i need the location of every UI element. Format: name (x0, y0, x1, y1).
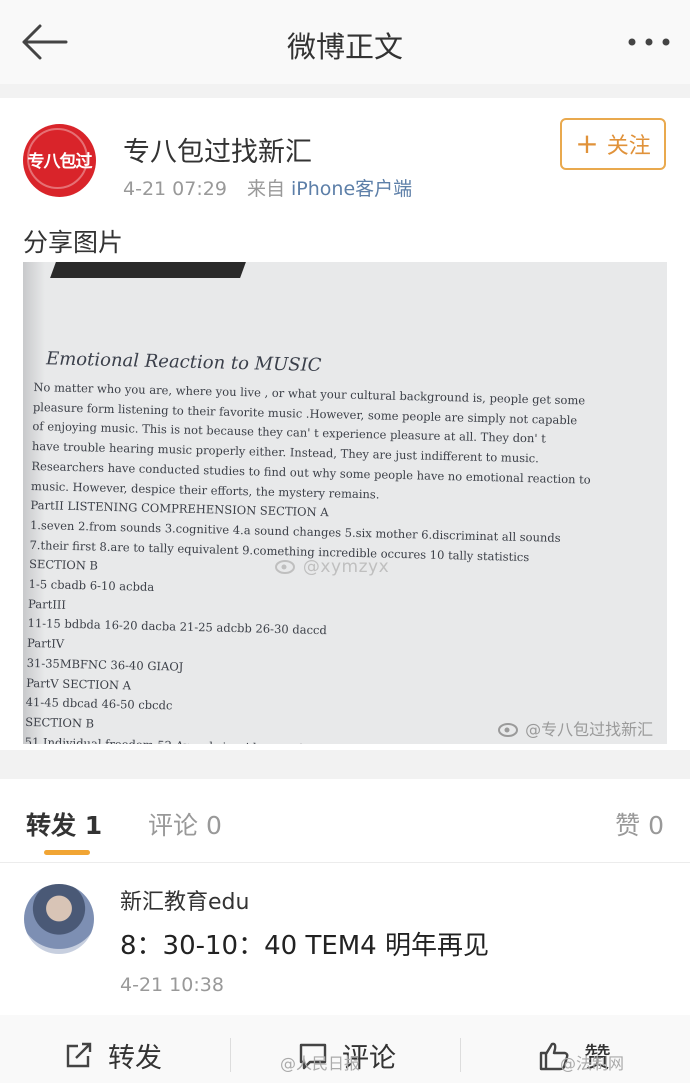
comment-time: 4-21 10:38 (120, 974, 224, 996)
bottom-divider (230, 1038, 231, 1072)
handwritten-title: Emotional Reaction to MUSIC (45, 348, 322, 377)
weibo-logo-icon (275, 560, 295, 574)
active-tab-indicator (44, 850, 90, 855)
image-watermark-center: @xymzyx (275, 557, 389, 577)
post-time: 4-21 07:29 (123, 178, 227, 200)
post-image[interactable]: Emotional Reaction to MUSIC No matter wh… (23, 262, 667, 744)
image-watermark-corner: @专八包过找新汇 (498, 716, 653, 740)
screenshot-watermark-right: @法制网 (560, 1054, 625, 1073)
post-text: 分享图片 (23, 228, 124, 257)
source-prefix: 来自 (246, 178, 285, 200)
avatar-logo-text: 专八包过 (27, 152, 93, 172)
repost-button[interactable]: 转发 (64, 1036, 162, 1075)
post-source[interactable]: iPhone客户端 (291, 178, 412, 200)
top-nav-bar: 微博正文 (0, 0, 690, 84)
image-black-tape (50, 262, 246, 278)
interaction-tabs: 转发 1 评论 0 赞 0 (0, 779, 690, 863)
tab-comment[interactable]: 评论 0 (148, 806, 222, 842)
screenshot-watermark-left: @人民日报 (280, 1054, 361, 1073)
page-title: 微博正文 (286, 30, 403, 64)
exam-paper: Emotional Reaction to MUSIC No matter wh… (24, 322, 662, 744)
author-name[interactable]: 专八包过找新汇 (123, 130, 312, 169)
tab-like[interactable]: 赞 0 (615, 806, 664, 842)
commenter-name[interactable]: 新汇教育edu (120, 884, 249, 916)
watermark-text: @专八包过找新汇 (525, 720, 654, 739)
repost-label: 转发 (108, 1043, 162, 1074)
repost-icon (66, 1042, 92, 1067)
bottom-divider (460, 1038, 461, 1072)
follow-button[interactable]: + 关注 (560, 118, 666, 170)
weibo-logo-icon (498, 723, 518, 737)
post-meta: 4-21 07:29 来自 iPhone客户端 (123, 174, 412, 201)
follow-label: 关注 (606, 134, 651, 159)
plus-icon: + (575, 127, 599, 160)
tab-repost[interactable]: 转发 1 (26, 806, 102, 842)
comment-text: 8：30-10：40 TEM4 明年再见 (120, 931, 489, 961)
commenter-avatar[interactable] (24, 884, 94, 954)
author-avatar[interactable]: 专八包过 (23, 124, 96, 197)
more-options-icon[interactable] (626, 28, 672, 56)
watermark-text: @xymzyx (302, 557, 390, 577)
